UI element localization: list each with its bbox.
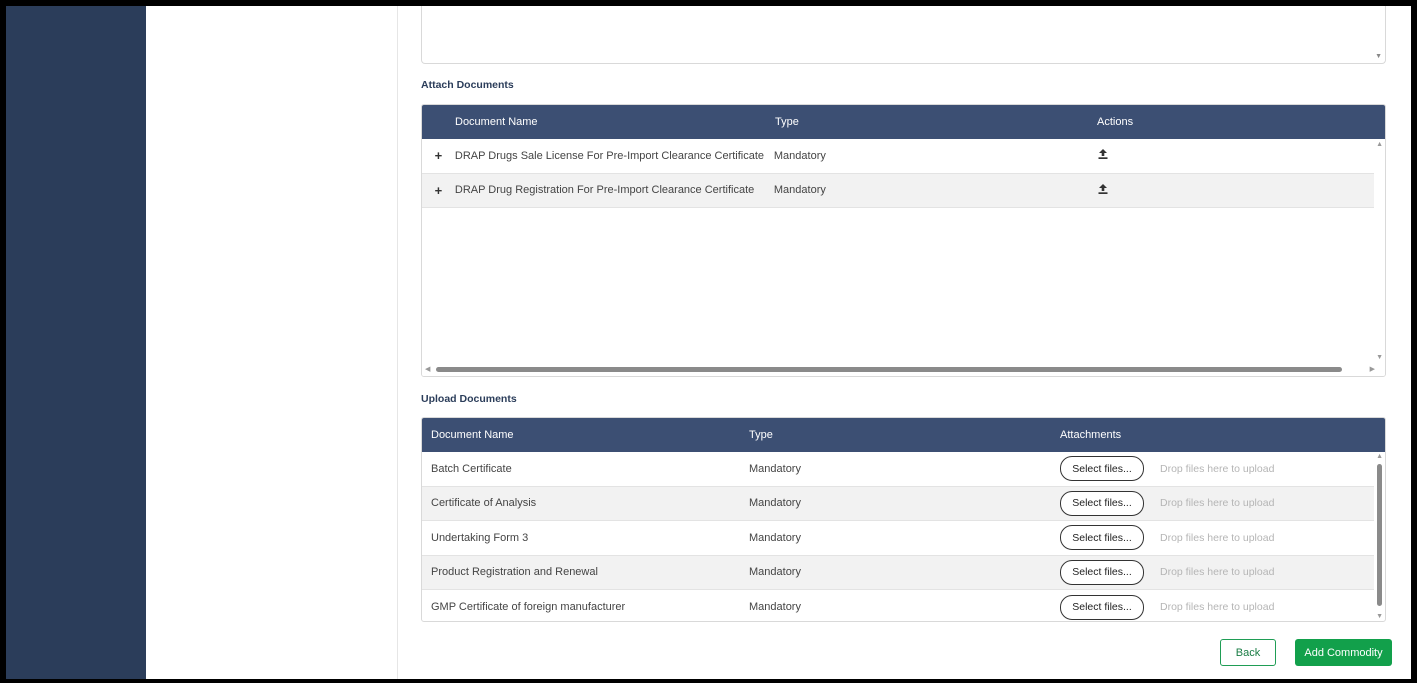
expand-row-icon[interactable]: + bbox=[422, 148, 455, 163]
document-name-cell: DRAP Drug Registration For Pre-Import Cl… bbox=[454, 184, 755, 197]
document-name-cell: Batch Certificate bbox=[431, 462, 512, 475]
scroll-up-arrow-icon[interactable]: ▲ bbox=[1376, 141, 1383, 148]
attach-grid-horizontal-scrollbar[interactable]: ◀ ▶ bbox=[422, 363, 1385, 376]
expand-row-icon[interactable]: + bbox=[422, 183, 455, 198]
main-content: ▼ Attach Documents Document Name Type Ac… bbox=[399, 6, 1411, 679]
document-type-cell: Mandatory bbox=[749, 462, 801, 475]
upload-icon[interactable] bbox=[1098, 149, 1108, 162]
document-name-cell: GMP Certificate of foreign manufacturer bbox=[431, 601, 626, 614]
select-files-button[interactable]: Select files... bbox=[1060, 559, 1144, 585]
drop-zone-hint[interactable]: Drop files here to upload bbox=[1160, 532, 1274, 544]
upload-documents-grid: Document Name Type Attachments Batch Cer… bbox=[421, 417, 1386, 622]
table-row: Certificate of Analysis Mandatory Select… bbox=[422, 486, 1374, 521]
document-type-cell: Mandatory bbox=[749, 601, 801, 614]
attach-documents-grid: Document Name Type Actions + DRAP Drugs … bbox=[421, 104, 1386, 377]
upload-grid-vertical-scrollbar[interactable]: ▲ ▼ bbox=[1373, 452, 1385, 621]
drop-zone-hint[interactable]: Drop files here to upload bbox=[1160, 463, 1274, 475]
column-header-document-name: Document Name bbox=[431, 429, 514, 441]
scroll-down-arrow-icon[interactable]: ▼ bbox=[1376, 354, 1383, 361]
sidebar bbox=[6, 6, 146, 679]
upload-documents-title: Upload Documents bbox=[421, 393, 517, 405]
scroll-left-arrow-icon[interactable]: ◀ bbox=[425, 365, 430, 373]
upload-icon[interactable] bbox=[1098, 183, 1108, 197]
table-row: + DRAP Drug Registration For Pre-Import … bbox=[422, 173, 1374, 208]
document-type-cell: Mandatory bbox=[749, 566, 801, 579]
document-type-cell: Mandatory bbox=[773, 184, 826, 197]
attach-grid-vertical-scrollbar[interactable]: ▲ ▼ bbox=[1373, 139, 1385, 363]
scroll-down-arrow-icon[interactable]: ▼ bbox=[1375, 53, 1382, 60]
document-type-cell: Mandatory bbox=[749, 531, 801, 544]
column-header-document-name[interactable]: Document Name bbox=[455, 116, 775, 128]
document-name-cell: Undertaking Form 3 bbox=[431, 531, 529, 544]
column-header-type: Type bbox=[749, 429, 773, 441]
document-type-cell: Mandatory bbox=[749, 497, 801, 510]
document-name-cell: Certificate of Analysis bbox=[431, 497, 537, 510]
select-files-button[interactable]: Select files... bbox=[1060, 525, 1144, 551]
scroll-down-arrow-icon[interactable]: ▼ bbox=[1376, 613, 1383, 620]
horizontal-scroll-thumb[interactable] bbox=[436, 367, 1342, 372]
column-header-type[interactable]: Type bbox=[775, 116, 1097, 128]
table-row: Product Registration and Renewal Mandato… bbox=[422, 555, 1374, 590]
table-row: Undertaking Form 3 Mandatory Select file… bbox=[422, 521, 1374, 556]
attach-grid-header: Document Name Type Actions bbox=[422, 105, 1385, 139]
select-files-button[interactable]: Select files... bbox=[1060, 456, 1144, 482]
left-panel bbox=[146, 6, 398, 679]
table-row: + DRAP Drugs Sale License For Pre-Import… bbox=[422, 139, 1374, 174]
add-commodity-button[interactable]: Add Commodity bbox=[1295, 639, 1392, 666]
app-frame: ▼ Attach Documents Document Name Type Ac… bbox=[6, 6, 1411, 679]
remarks-textarea[interactable]: ▼ bbox=[421, 6, 1386, 64]
drop-zone-hint[interactable]: Drop files here to upload bbox=[1160, 566, 1274, 578]
scroll-up-arrow-icon[interactable]: ▲ bbox=[1376, 453, 1383, 460]
column-header-attachments: Attachments bbox=[1060, 429, 1122, 441]
attach-documents-title: Attach Documents bbox=[421, 79, 514, 91]
drop-zone-hint[interactable]: Drop files here to upload bbox=[1160, 497, 1274, 509]
drop-zone-hint[interactable]: Drop files here to upload bbox=[1160, 601, 1274, 613]
vertical-scroll-thumb[interactable] bbox=[1377, 464, 1382, 606]
document-type-cell: Mandatory bbox=[773, 149, 826, 162]
upload-grid-header: Document Name Type Attachments bbox=[422, 418, 1385, 452]
select-files-button[interactable]: Select files... bbox=[1060, 490, 1144, 516]
table-row: Batch Certificate Mandatory Select files… bbox=[422, 452, 1374, 487]
column-header-actions: Actions bbox=[1097, 116, 1134, 128]
document-name-cell: Product Registration and Renewal bbox=[431, 566, 598, 579]
scroll-right-arrow-icon[interactable]: ▶ bbox=[1370, 365, 1375, 373]
back-button[interactable]: Back bbox=[1220, 639, 1276, 666]
select-files-button[interactable]: Select files... bbox=[1060, 594, 1144, 620]
table-row: GMP Certificate of foreign manufacturer … bbox=[422, 590, 1374, 621]
document-name-cell: DRAP Drugs Sale License For Pre-Import C… bbox=[454, 149, 765, 162]
